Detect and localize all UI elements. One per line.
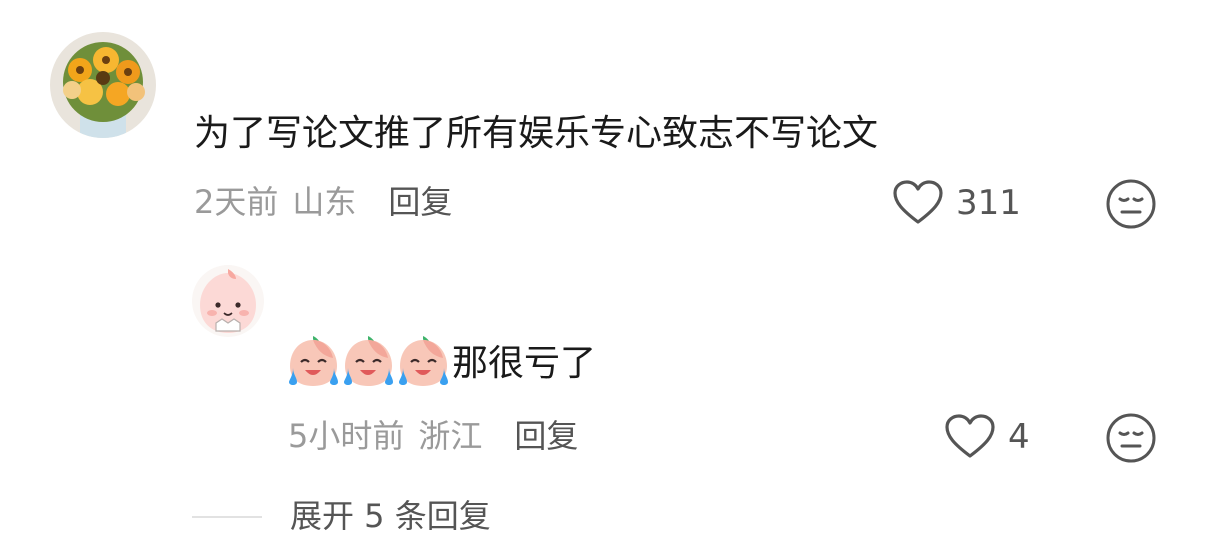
heart-outline-icon: [945, 414, 995, 458]
reply-emoji-row: [287, 332, 450, 388]
peach-character-avatar-image: [192, 265, 264, 337]
comment-thread: 为了写论文推了所有娱乐专心致志不写论文 2天前 山东 回复 311 那很亏了 5…: [0, 0, 1206, 560]
reply-like-button[interactable]: 4: [944, 414, 1030, 460]
reply-like-count: 4: [1008, 417, 1030, 457]
comment-meta: 2天前 山东 回复: [194, 182, 452, 222]
reply-reply-button[interactable]: 回复: [514, 416, 578, 456]
reply-user-avatar[interactable]: [192, 265, 264, 337]
user-avatar-sunflower-bouquet[interactable]: [50, 32, 156, 138]
reply-meta: 5小时前 浙江 回复: [288, 416, 578, 456]
expand-divider: [192, 516, 262, 518]
sunflower-bouquet-image: [50, 32, 156, 138]
reply-text: 那很亏了: [452, 343, 597, 384]
neutral-face-icon: [1106, 179, 1156, 229]
reply-button[interactable]: 回复: [388, 182, 452, 222]
comment-like-count: 311: [956, 183, 1021, 223]
comment-location: 山东: [292, 183, 357, 221]
comment-text: 为了写论文推了所有娱乐专心致志不写论文: [194, 113, 879, 154]
comment-time: 2天前: [194, 183, 279, 221]
comment-react-button[interactable]: [1105, 178, 1157, 230]
reply-location: 浙江: [418, 417, 483, 455]
reply-react-button[interactable]: [1105, 412, 1157, 464]
crying-peach-emoji: [344, 336, 393, 386]
crying-peach-emoji: [289, 336, 338, 386]
neutral-face-icon: [1106, 413, 1156, 463]
crying-peach-emoji: [399, 336, 448, 386]
reply-time: 5小时前: [288, 417, 405, 455]
comment-like-button[interactable]: 311: [892, 180, 1021, 226]
expand-replies-button[interactable]: 展开 5 条回复: [290, 496, 491, 536]
heart-outline-icon: [893, 180, 943, 224]
